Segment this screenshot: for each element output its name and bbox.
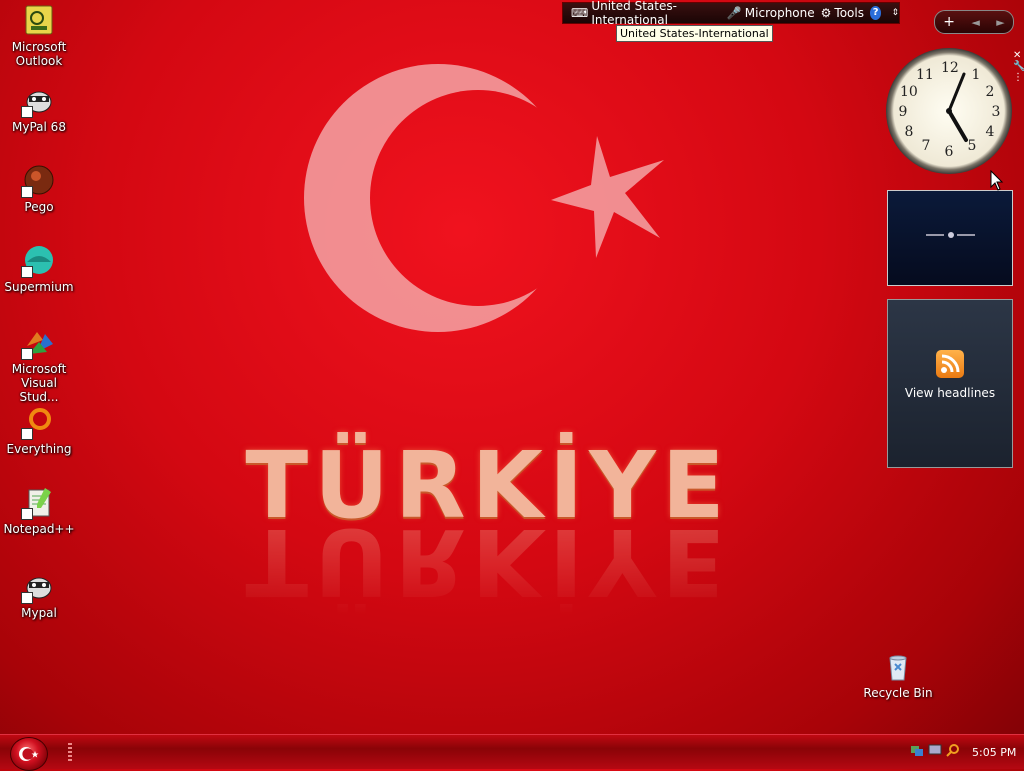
desktop-icon-pego[interactable]: Pego xyxy=(0,164,78,214)
recycle-bin-label: Recycle Bin xyxy=(863,686,933,700)
outlook-icon xyxy=(23,4,55,36)
help-icon[interactable]: ? xyxy=(869,6,882,20)
keyboard-icon: ⌨ xyxy=(571,6,589,20)
language-selector[interactable]: ⌨ United States-International xyxy=(571,0,721,27)
desktop-icon-label: Mypal xyxy=(21,606,57,620)
desktop-icon-visual-studio[interactable]: Microsoft Visual Stud... xyxy=(0,326,78,404)
start-button[interactable] xyxy=(10,737,48,771)
language-bar: ⌨ United States-International 🎤 Micropho… xyxy=(562,0,900,27)
visual-studio-icon xyxy=(21,326,55,360)
desktop-icon-mypal[interactable]: Mypal xyxy=(0,570,78,620)
mouse-cursor-icon xyxy=(990,170,1004,191)
language-tooltip: United States-International xyxy=(616,25,773,42)
mypal-icon xyxy=(21,570,55,604)
slideshow-gadget[interactable] xyxy=(887,190,1013,286)
feed-headlines-gadget[interactable]: View headlines xyxy=(887,299,1013,468)
monitor-icon[interactable] xyxy=(928,743,942,757)
tools-button[interactable]: ⚙ Tools xyxy=(821,6,864,20)
desktop-icon-label: Supermium xyxy=(4,280,74,294)
crescent-star-icon xyxy=(19,747,39,761)
shortcut-arrow-icon xyxy=(21,592,33,604)
tools-label: Tools xyxy=(834,6,864,20)
language-label: United States-International xyxy=(591,0,677,27)
desktop-icon-label: Pego xyxy=(24,200,54,214)
desktop-icon-notepadpp[interactable]: Notepad++ xyxy=(0,486,78,536)
search-icon[interactable] xyxy=(946,743,960,757)
desktop-icon-label: Microsoft Visual Stud... xyxy=(11,362,67,404)
desktop-icon-mypal-68[interactable]: MyPal 68 xyxy=(0,84,78,134)
network-icon[interactable] xyxy=(910,743,924,757)
gadget-toolbar: ✕ 🔧 ⋮ xyxy=(1013,50,1024,90)
shortcut-arrow-icon xyxy=(21,348,33,360)
taskbar: 5:05 PM xyxy=(0,734,1024,771)
shortcut-arrow-icon xyxy=(21,428,33,440)
everything-icon xyxy=(21,406,55,440)
notepadpp-icon xyxy=(21,486,55,520)
shortcut-arrow-icon xyxy=(21,106,33,118)
desktop-icon-label: Everything xyxy=(6,442,72,456)
desktop-icon-label: Microsoft Outlook xyxy=(11,40,67,68)
rss-icon xyxy=(936,350,964,378)
desktop-icon-label: MyPal 68 xyxy=(12,120,66,134)
desktop-icon-everything[interactable]: Everything xyxy=(0,406,78,456)
tools-icon: ⚙ xyxy=(820,6,832,20)
close-icon[interactable]: ✕ xyxy=(1013,50,1023,61)
add-gadget-button[interactable]: + xyxy=(943,14,955,30)
taskbar-clock[interactable]: 5:05 PM xyxy=(972,746,1016,759)
sidebar-controls: + ◄ ► xyxy=(934,10,1014,34)
language-bar-options-icon[interactable]: ⇕ xyxy=(891,8,899,18)
desktop-icon-supermium[interactable]: Supermium xyxy=(0,244,78,294)
desktop-icon-label: Notepad++ xyxy=(3,522,75,536)
clock-gadget[interactable]: 12 1 2 3 4 5 6 7 8 9 10 11 xyxy=(886,48,1012,174)
drag-handle-icon[interactable]: ⋮ xyxy=(1013,72,1023,83)
desktop-icon-recycle-bin[interactable]: Recycle Bin xyxy=(858,650,938,700)
mypal-icon xyxy=(21,84,55,118)
system-tray xyxy=(910,743,960,757)
view-headlines-link[interactable]: View headlines xyxy=(888,386,1012,400)
sidebar-next-button[interactable]: ► xyxy=(996,16,1004,29)
slideshow-image-logo xyxy=(926,231,976,239)
microphone-label: Microphone xyxy=(744,6,815,20)
pego-icon xyxy=(21,164,55,198)
shortcut-arrow-icon xyxy=(21,508,33,520)
sidebar-prev-button[interactable]: ◄ xyxy=(971,16,979,29)
microphone-button[interactable]: 🎤 Microphone xyxy=(727,6,815,20)
taskbar-grip[interactable] xyxy=(68,743,72,763)
shortcut-arrow-icon xyxy=(21,186,33,198)
clock-hands xyxy=(946,72,968,142)
shortcut-arrow-icon xyxy=(21,266,33,278)
wallpaper-title-reflection: TÜRKİYE xyxy=(245,508,731,615)
recycle-bin-icon xyxy=(882,650,914,682)
supermium-icon xyxy=(21,244,55,278)
microphone-icon: 🎤 xyxy=(726,6,742,20)
wrench-icon[interactable]: 🔧 xyxy=(1013,61,1024,72)
desktop-icon-outlook[interactable]: Microsoft Outlook xyxy=(0,4,78,68)
